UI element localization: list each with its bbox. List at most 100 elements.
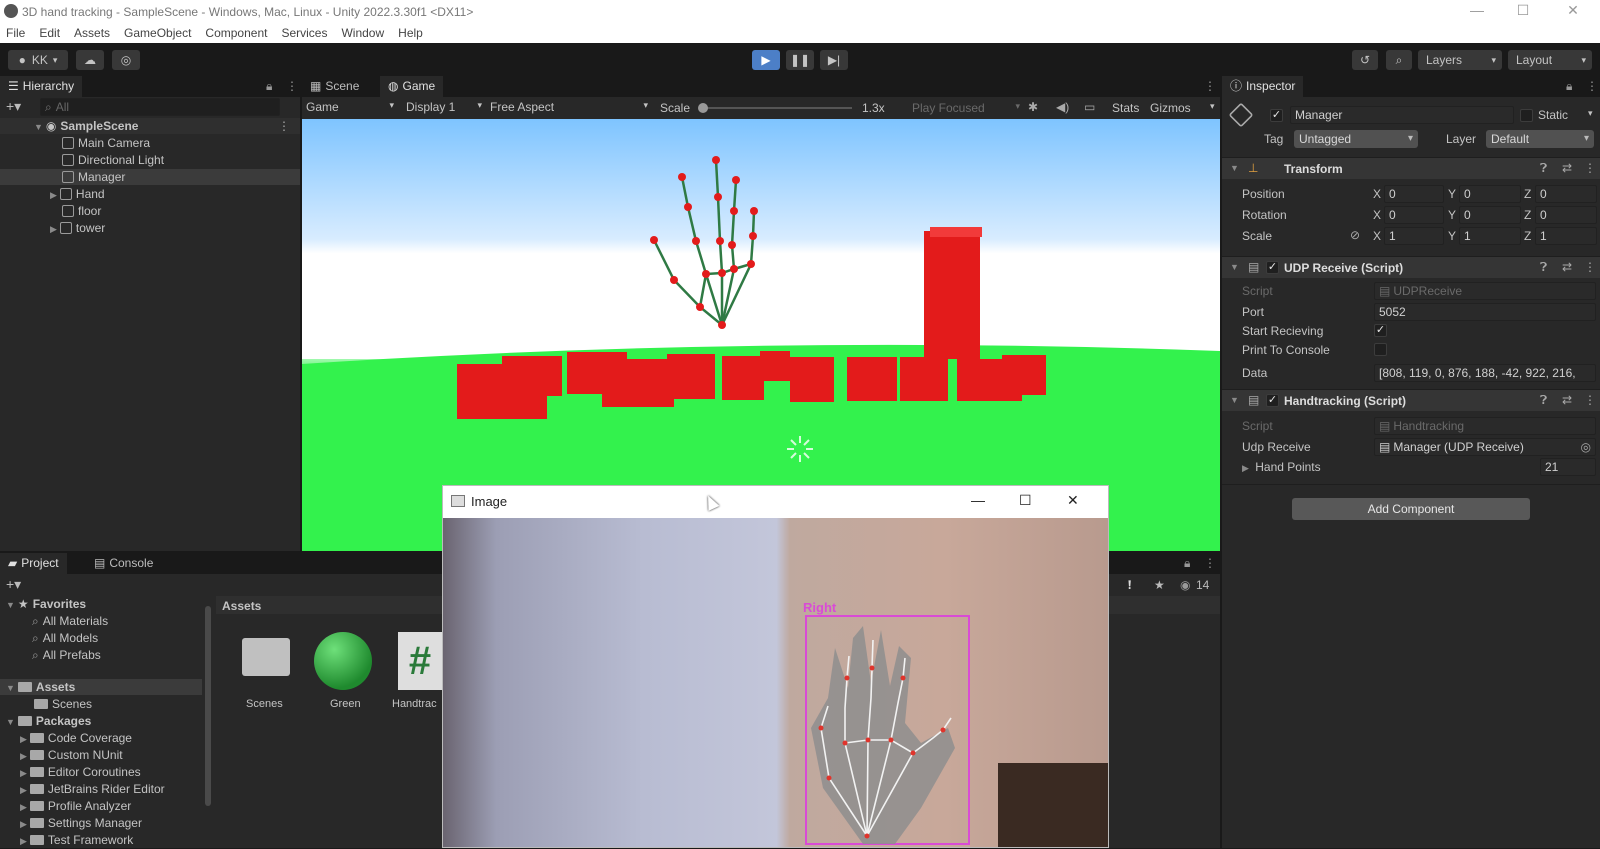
packages-row[interactable]: ▼ Packages — [6, 713, 91, 729]
stats-button[interactable]: Stats — [1112, 101, 1139, 115]
udp-receive-field[interactable]: ▤ Manager (UDP Receive) ◎ — [1374, 438, 1596, 456]
print-to-console-checkbox[interactable] — [1374, 343, 1387, 356]
help-icon[interactable]: ❓︎ — [1540, 260, 1547, 275]
layers-dropdown[interactable]: Layers ▾ — [1418, 50, 1502, 70]
maximize-icon[interactable]: ☐ — [1500, 2, 1546, 19]
preset-icon[interactable]: ⇄ — [1562, 393, 1572, 407]
transform-header[interactable]: ▼ ⊥ Transform ❓︎ ⇄ ⋮ — [1222, 157, 1600, 179]
play-button[interactable]: ▶ — [752, 50, 780, 70]
fav-item-all-materials[interactable]: ⌕ All Materials — [32, 613, 108, 629]
scale-z-field[interactable]: 1 — [1535, 227, 1597, 245]
rotation-y-field[interactable]: 0 — [1459, 206, 1521, 224]
lock-icon[interactable]: 🔒︎ — [266, 79, 272, 94]
hand-points-label[interactable]: ▶ Hand Points — [1242, 460, 1321, 474]
menu-window[interactable]: Window — [341, 26, 384, 40]
active-checkbox[interactable]: ✓ — [1270, 109, 1283, 122]
scale-x-field[interactable]: 1 — [1384, 227, 1444, 245]
more-icon[interactable]: ⋮ — [1586, 79, 1598, 93]
preset-icon[interactable]: ⇄ — [1562, 260, 1572, 274]
hierarchy-scene-row[interactable]: ▼ ◉ SampleScene ⋮ — [0, 118, 300, 134]
chevron-down-icon[interactable]: ▾ — [1210, 101, 1215, 112]
help-icon[interactable]: ❓︎ — [1540, 393, 1547, 408]
package-item[interactable]: ▶ Settings Manager — [20, 815, 142, 831]
gizmos-button[interactable]: Gizmos — [1150, 101, 1191, 115]
search-button[interactable]: ⌕ — [1386, 50, 1412, 70]
hierarchy-item-tower[interactable]: ▶ tower — [50, 220, 105, 236]
object-name-field[interactable]: Manager — [1290, 106, 1514, 124]
minimize-icon[interactable]: — — [1454, 2, 1500, 18]
chevron-down-icon[interactable]: ▼ — [6, 600, 15, 610]
more-icon[interactable]: ⋮ — [1204, 556, 1216, 570]
chevron-right-icon[interactable]: ▶ — [20, 836, 27, 846]
chevron-right-icon[interactable]: ▶ — [20, 819, 27, 829]
assets-breadcrumb[interactable]: Assets — [222, 599, 261, 613]
data-field[interactable]: [808, 119, 0, 876, 188, -42, 922, 216, — [1374, 364, 1596, 382]
lock-icon[interactable]: 🔒︎ — [1184, 556, 1190, 571]
scale-slider-handle[interactable] — [698, 103, 708, 113]
preset-icon[interactable]: ⇄ — [1562, 161, 1572, 175]
bug-icon[interactable]: ✱ — [1028, 100, 1038, 114]
close-icon[interactable]: ✕ — [1550, 2, 1596, 19]
chevron-right-icon[interactable]: ▶ — [20, 751, 27, 761]
layer-dropdown[interactable]: Default — [1486, 130, 1594, 148]
chevron-right-icon[interactable]: ▶ — [50, 224, 57, 234]
start-recieving-checkbox[interactable]: ✓ — [1374, 324, 1387, 337]
add-component-button[interactable]: Add Component — [1292, 498, 1530, 520]
menu-help[interactable]: Help — [398, 26, 423, 40]
chevron-down-icon[interactable]: ▼ — [34, 122, 43, 132]
asset-tile-green[interactable]: Green — [312, 628, 376, 710]
visibility-icon[interactable]: ◉ — [1180, 578, 1190, 592]
project-add-button[interactable]: +▾ — [6, 576, 21, 593]
handtracking-header[interactable]: ▼ ▤ ✓ Handtracking (Script) ❓︎ ⇄ ⋮ — [1222, 389, 1600, 411]
cloud-button[interactable]: ☁ — [76, 50, 104, 70]
hierarchy-item-manager[interactable]: Manager — [0, 169, 300, 185]
chevron-down-icon[interactable]: ▼ — [1230, 262, 1239, 272]
handtracking-enabled-checkbox[interactable]: ✓ — [1266, 394, 1279, 407]
tab-project[interactable]: ▰ Project — [0, 553, 67, 574]
warning-filter-icon[interactable]: ❗︎ — [1128, 578, 1131, 593]
menu-component[interactable]: Component — [205, 26, 267, 40]
more-icon[interactable]: ⋮ — [1584, 260, 1596, 274]
chevron-down-icon[interactable]: ▼ — [6, 717, 15, 727]
close-icon[interactable]: ✕ — [1067, 492, 1079, 509]
more-icon[interactable]: ⋮ — [286, 79, 298, 93]
scale-y-field[interactable]: 1 — [1459, 227, 1521, 245]
fav-item-all-models[interactable]: ⌕ All Models — [32, 630, 98, 646]
chevron-down-icon[interactable]: ▼ — [1230, 395, 1239, 405]
audio-icon[interactable]: ◀) — [1056, 100, 1069, 114]
udp-enabled-checkbox[interactable]: ✓ — [1266, 261, 1279, 274]
lock-icon[interactable]: 🔒︎ — [1566, 79, 1572, 94]
pause-button[interactable]: ❚❚ — [786, 50, 814, 70]
maximize-icon[interactable]: ☐ — [1019, 492, 1032, 509]
hierarchy-search-input[interactable]: ⌕ All — [40, 98, 280, 116]
hand-points-count-field[interactable]: 21 — [1540, 458, 1596, 476]
chevron-right-icon[interactable]: ▶ — [20, 768, 27, 778]
game-mode-dropdown[interactable]: Game ▾ — [306, 100, 394, 114]
tab-inspector[interactable]: ⓘ Inspector — [1222, 76, 1304, 97]
constrain-link-icon[interactable]: ⊘ — [1350, 228, 1360, 242]
package-item[interactable]: ▶ Editor Coroutines — [20, 764, 141, 780]
udp-receive-header[interactable]: ▼ ▤ ✓ UDP Receive (Script) ❓︎ ⇄ ⋮ — [1222, 256, 1600, 278]
assets-item-scenes[interactable]: Scenes — [34, 696, 92, 712]
package-item[interactable]: ▶ Test Framework — [20, 832, 133, 848]
image-window-titlebar[interactable]: Image — ☐ ✕ — [443, 486, 1108, 518]
hierarchy-item-main-camera[interactable]: Main Camera — [62, 135, 150, 151]
package-item[interactable]: ▶ Profile Analyzer — [20, 798, 131, 814]
package-item[interactable]: ▶ Custom NUnit — [20, 747, 123, 763]
more-icon[interactable]: ⋮ — [1584, 161, 1596, 175]
scale-slider[interactable] — [698, 103, 852, 113]
help-icon[interactable]: ❓︎ — [1540, 161, 1547, 176]
assets-row[interactable]: ▼ Assets — [0, 679, 202, 695]
chevron-right-icon[interactable]: ▶ — [20, 802, 27, 812]
more-icon[interactable]: ⋮ — [1584, 393, 1596, 407]
asset-tile-handtracking[interactable]: # Handtrac — [392, 628, 442, 708]
position-x-field[interactable]: 0 — [1384, 185, 1444, 203]
account-dropdown[interactable]: ● KK ▾ — [8, 50, 68, 70]
menu-services[interactable]: Services — [281, 26, 327, 40]
fav-item-all-prefabs[interactable]: ⌕ All Prefabs — [32, 647, 101, 663]
monitor-icon[interactable]: ▭ — [1084, 100, 1095, 114]
tab-scene[interactable]: ▦ Scene — [302, 76, 367, 97]
hierarchy-item-floor[interactable]: floor — [62, 203, 101, 219]
tab-hierarchy[interactable]: ☰ Hierarchy — [0, 76, 83, 97]
tab-console[interactable]: ▤ Console — [86, 553, 161, 574]
